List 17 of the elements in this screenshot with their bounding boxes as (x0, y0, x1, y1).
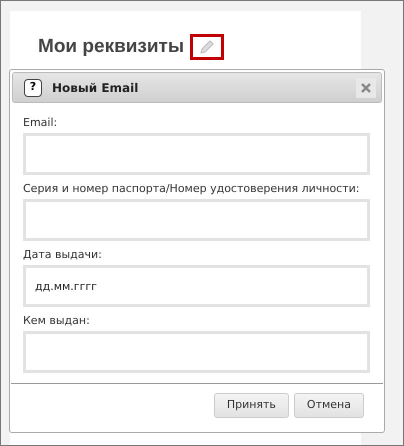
dialog-button[interactable]: Принять (214, 393, 289, 418)
dialog-title: Новый Email (52, 80, 138, 96)
edit-button[interactable] (190, 34, 224, 60)
close-button[interactable] (356, 78, 376, 98)
close-icon (361, 82, 371, 92)
pencil-icon (199, 39, 216, 56)
help-icon[interactable]: ? (24, 78, 42, 96)
input-field[interactable] (23, 199, 370, 241)
field-label: Кем выдан: (23, 314, 91, 328)
field-label: Дата выдачи: (23, 248, 103, 262)
field-label: Серия и номер паспорта/Номер удостоверения личности: (23, 182, 360, 196)
dialog-button[interactable]: Отмена (294, 393, 364, 418)
field-label: Email: (23, 116, 58, 130)
input-field[interactable] (23, 331, 370, 373)
page-heading: Мои реквизиты (38, 35, 184, 59)
input-field[interactable]: дд.мм.гггг (23, 265, 370, 307)
input-field[interactable] (23, 133, 370, 175)
